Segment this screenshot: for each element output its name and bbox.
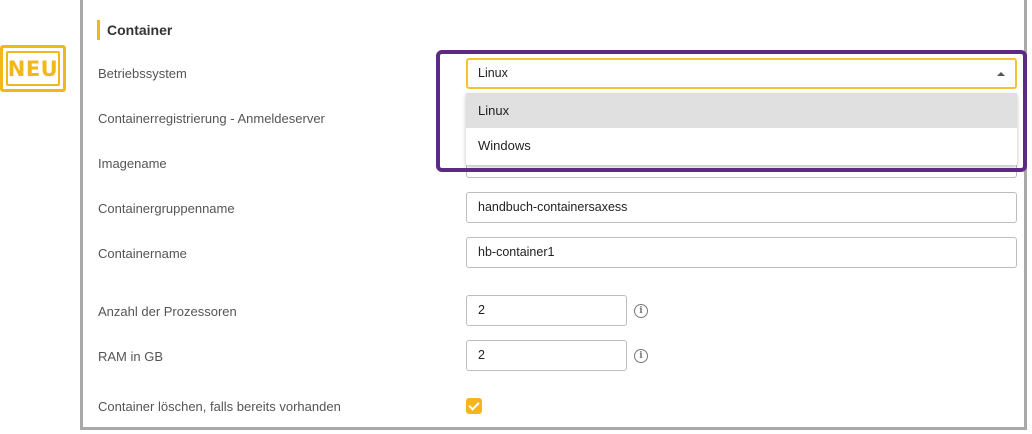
info-icon[interactable]: i (634, 349, 648, 363)
cpu-count-label: Anzahl der Prozessoren (98, 304, 237, 319)
os-option-windows[interactable]: Windows (466, 128, 1017, 163)
container-name-input[interactable]: hb-container1 (466, 237, 1017, 268)
cpu-count-input[interactable]: 2 (466, 295, 627, 326)
os-label: Betriebssystem (98, 66, 187, 81)
os-select[interactable]: Linux (466, 58, 1017, 89)
os-select-value: Linux (478, 66, 508, 80)
caret-up-icon (997, 72, 1005, 76)
ram-input[interactable]: 2 (466, 340, 627, 371)
delete-existing-label: Container löschen, falls bereits vorhand… (98, 399, 341, 414)
delete-existing-checkbox[interactable] (466, 398, 482, 414)
new-badge-text: NEU (7, 56, 59, 81)
new-badge: NEU (0, 45, 66, 92)
group-name-label: Containergruppenname (98, 201, 235, 216)
container-name-label: Containername (98, 246, 187, 261)
os-option-linux[interactable]: Linux (466, 93, 1017, 128)
registry-server-label: Containerregistrierung - Anmeldeserver (98, 111, 325, 126)
section-title: Container (97, 20, 172, 40)
ram-label: RAM in GB (98, 349, 164, 364)
image-name-label: Imagename (98, 156, 167, 171)
os-dropdown-menu: Linux Windows (466, 93, 1017, 165)
info-icon[interactable]: i (634, 304, 648, 318)
group-name-input[interactable]: handbuch-containersaxess (466, 192, 1017, 223)
